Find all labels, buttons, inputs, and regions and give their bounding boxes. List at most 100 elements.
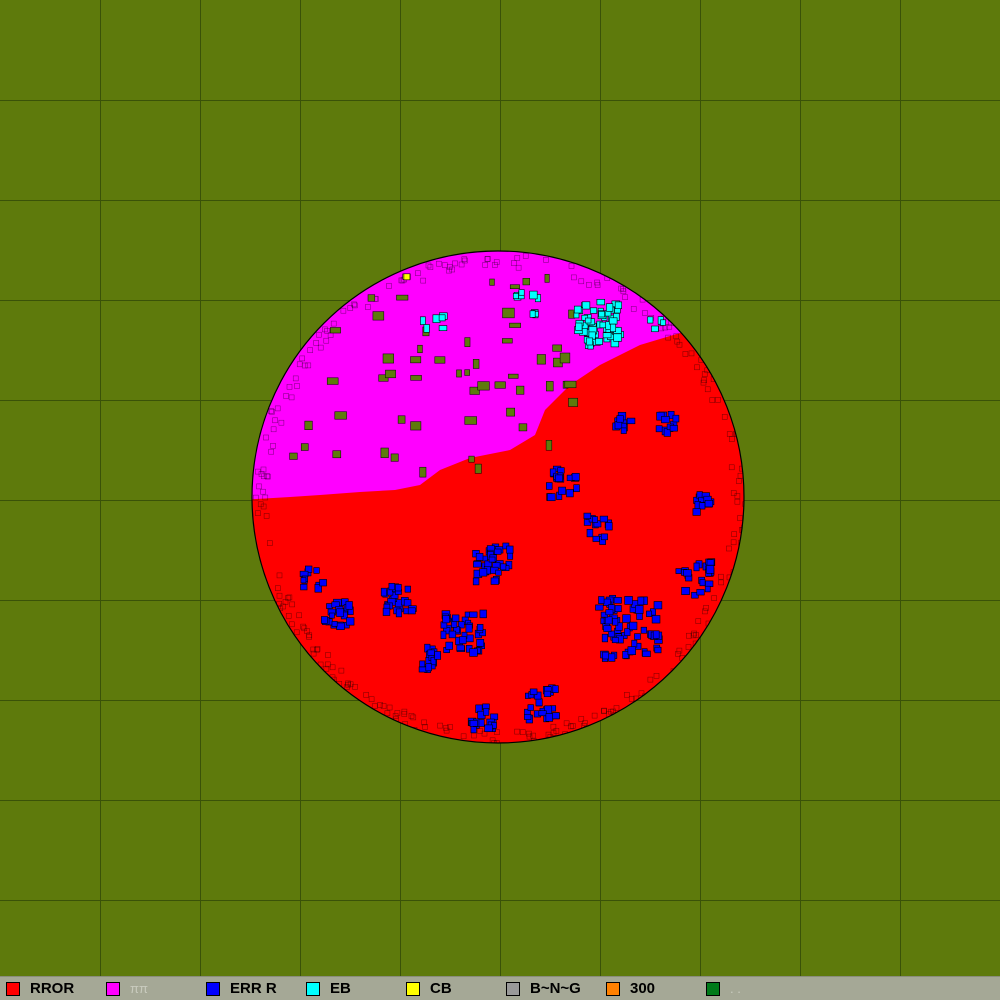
blue-defect-die bbox=[529, 688, 538, 695]
blue-defect-die bbox=[469, 611, 478, 618]
blue-defect-die bbox=[675, 568, 682, 574]
legend-label: CB bbox=[430, 980, 452, 997]
blue-defect-die bbox=[672, 414, 680, 423]
empty-die bbox=[546, 381, 554, 392]
legend-label: . . bbox=[730, 981, 741, 996]
blue-defect-die bbox=[484, 724, 493, 733]
empty-die bbox=[522, 278, 530, 286]
blue-defect-die bbox=[705, 580, 714, 587]
blue-defect-die bbox=[535, 698, 543, 707]
blue-defect-die bbox=[331, 620, 338, 627]
cyan-defect-die bbox=[438, 314, 446, 322]
empty-die bbox=[509, 284, 520, 289]
legend-label: B~N~G bbox=[530, 980, 581, 997]
blue-defect-die bbox=[554, 474, 563, 482]
blue-defect-die bbox=[558, 486, 566, 495]
blue-defect-die bbox=[603, 625, 612, 632]
blue-defect-die bbox=[611, 637, 619, 644]
empty-die bbox=[380, 447, 389, 458]
empty-die bbox=[489, 278, 495, 286]
empty-die bbox=[385, 369, 396, 379]
blue-defect-die bbox=[473, 561, 482, 568]
blue-defect-die bbox=[654, 646, 662, 654]
blue-defect-die bbox=[500, 563, 507, 571]
blue-defect-die bbox=[583, 512, 592, 519]
blue-defect-die bbox=[346, 617, 355, 626]
cyan-defect-die bbox=[660, 319, 666, 326]
blue-defect-die bbox=[614, 421, 623, 430]
empty-die bbox=[332, 450, 342, 459]
blue-defect-die bbox=[693, 562, 700, 572]
blue-defect-die bbox=[622, 650, 629, 659]
empty-die bbox=[396, 294, 409, 301]
cyan-defect-die bbox=[423, 324, 430, 333]
blue-defect-die bbox=[404, 585, 411, 593]
blue-defect-die bbox=[419, 660, 426, 668]
cyan-defect-die bbox=[529, 310, 536, 318]
blue-defect-die bbox=[655, 425, 663, 433]
blue-defect-die bbox=[506, 545, 514, 554]
legend-swatch bbox=[606, 982, 620, 996]
cyan-defect-die bbox=[589, 307, 598, 314]
die-cell bbox=[668, 673, 675, 679]
cyan-defect-die bbox=[512, 293, 519, 299]
empty-die bbox=[544, 274, 550, 283]
blue-defect-die bbox=[465, 624, 473, 633]
legend-swatch bbox=[506, 982, 520, 996]
empty-die bbox=[518, 423, 528, 432]
cyan-defect-die bbox=[647, 316, 654, 324]
empty-die bbox=[494, 381, 506, 389]
legend-bar: RROR ππ ERR R EB CB B~N~G 300 . . bbox=[0, 976, 1000, 1000]
blue-defect-die bbox=[651, 615, 661, 624]
blue-defect-die bbox=[592, 516, 598, 523]
blue-defect-die bbox=[543, 690, 552, 698]
blue-defect-die bbox=[608, 653, 616, 662]
blue-defect-die bbox=[602, 651, 610, 660]
empty-die bbox=[334, 411, 347, 420]
blue-defect-die bbox=[475, 552, 484, 561]
blue-defect-die bbox=[573, 484, 580, 493]
empty-die bbox=[372, 311, 385, 321]
blue-defect-die bbox=[395, 608, 402, 618]
wafer-die-area[interactable] bbox=[240, 240, 760, 760]
blue-defect-die bbox=[425, 663, 432, 672]
blue-defect-die bbox=[547, 493, 556, 502]
legend-swatch bbox=[6, 982, 20, 996]
empty-die bbox=[289, 452, 298, 460]
cyan-defect-die bbox=[614, 301, 622, 309]
blue-defect-die bbox=[696, 589, 705, 596]
empty-die bbox=[434, 356, 446, 364]
wafer-map-viewport[interactable] bbox=[0, 0, 1000, 976]
cyan-defect-die bbox=[609, 323, 616, 332]
blue-defect-die bbox=[380, 587, 387, 597]
blue-defect-die bbox=[586, 528, 594, 538]
blue-defect-die bbox=[552, 712, 560, 720]
blue-defect-die bbox=[627, 646, 636, 655]
blue-defect-die bbox=[445, 641, 453, 650]
legend-label: RROR bbox=[30, 980, 75, 997]
empty-die bbox=[419, 466, 427, 478]
blue-defect-die bbox=[483, 708, 490, 716]
blue-defect-die bbox=[698, 502, 706, 510]
wafer-map[interactable] bbox=[0, 0, 1000, 976]
legend-swatch bbox=[306, 982, 320, 996]
blue-defect-die bbox=[692, 508, 701, 516]
blue-defect-die bbox=[653, 601, 663, 610]
blue-defect-die bbox=[599, 515, 608, 523]
blue-defect-die bbox=[329, 612, 335, 619]
legend-swatch bbox=[106, 982, 120, 996]
empty-die bbox=[304, 420, 313, 430]
legend-item: 300 bbox=[606, 980, 655, 998]
blue-defect-die bbox=[479, 609, 487, 619]
empty-die bbox=[397, 415, 406, 424]
empty-die bbox=[464, 369, 470, 376]
blue-defect-die bbox=[646, 610, 652, 617]
blue-defect-die bbox=[706, 559, 715, 566]
blue-defect-die bbox=[313, 567, 320, 574]
blue-defect-die bbox=[336, 608, 344, 617]
blue-defect-die bbox=[661, 416, 670, 424]
blue-defect-die bbox=[382, 607, 391, 616]
blue-defect-die bbox=[552, 685, 559, 693]
yellow-defect-die bbox=[403, 273, 411, 281]
cyan-defect-die bbox=[595, 338, 603, 345]
